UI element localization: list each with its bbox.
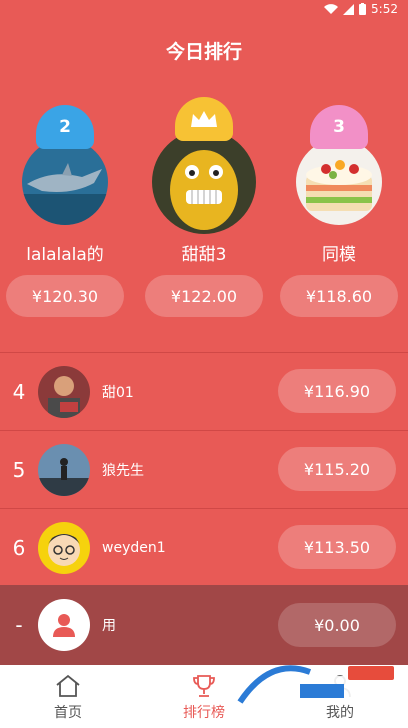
amount-pill: ¥115.20 [278, 447, 396, 491]
list-item[interactable]: 5 狼先生 ¥115.20 [0, 430, 408, 508]
amount-pill: ¥113.50 [278, 525, 396, 569]
crown-icon [191, 111, 217, 127]
avatar [38, 365, 90, 418]
podium-name: lalalala的 [26, 245, 104, 265]
rank-number: 6 [12, 535, 26, 560]
avatar [152, 130, 256, 234]
status-time: 5:52 [371, 2, 398, 16]
amount-pill: ¥116.90 [278, 369, 396, 413]
podium-third[interactable]: 3 同模 ¥118.60 [274, 95, 404, 335]
signal-icon [343, 3, 355, 15]
podium-second[interactable]: 2 lalalala的 ¥120.30 [0, 95, 130, 335]
cake-avatar-image [296, 139, 382, 225]
avatar [296, 139, 382, 225]
rank-number: 5 [12, 457, 26, 482]
amount-pill: ¥0.00 [278, 603, 396, 647]
avatar [22, 139, 108, 225]
rank-badge-label: 2 [59, 117, 71, 137]
battery-icon [359, 3, 367, 15]
podium-name: 同模 [322, 245, 356, 265]
podium: 2 lalalala的 ¥120.30 甜甜3 ¥122.00 3 同模 ¥11… [0, 95, 408, 335]
nav-label: 排行榜 [183, 705, 225, 721]
podium-amount: ¥120.30 [6, 275, 124, 317]
toy-avatar-image [152, 130, 256, 234]
rank-badge-second: 2 [36, 105, 94, 149]
avatar [38, 521, 90, 574]
podium-name: 甜甜3 [181, 245, 227, 265]
shark-avatar-image [22, 139, 108, 225]
rank-badge-first [175, 97, 233, 141]
list-item[interactable]: 6 weyden1 ¥113.50 [0, 508, 408, 586]
wifi-icon [324, 3, 339, 14]
avatar [38, 443, 90, 496]
my-ranking-row[interactable]: - 用 ¥0.00 [0, 585, 408, 665]
trophy-icon [193, 675, 215, 697]
avatar [38, 599, 90, 651]
rank-number: 4 [12, 379, 26, 404]
rank-number: - [15, 613, 23, 637]
user-icon [53, 614, 75, 637]
page-title: 今日排行 [165, 41, 242, 63]
rank-badge-third: 3 [310, 105, 368, 149]
rank-badge-label: 3 [333, 117, 345, 137]
nav-label: 首页 [54, 705, 82, 721]
list-item[interactable]: 4 甜01 ¥116.90 [0, 352, 408, 430]
status-bar: 5:52 [0, 0, 408, 18]
podium-amount: ¥118.60 [280, 275, 398, 317]
podium-first[interactable]: 甜甜3 ¥122.00 [139, 95, 269, 335]
podium-amount: ¥122.00 [145, 275, 263, 317]
home-icon [56, 674, 80, 697]
ranking-list: 4 甜01 ¥116.90 5 狼先生 ¥115.20 6 weyden1 ¥1… [0, 352, 408, 586]
watermark-logo [237, 665, 394, 704]
nav-home[interactable]: 首页 [28, 672, 108, 722]
